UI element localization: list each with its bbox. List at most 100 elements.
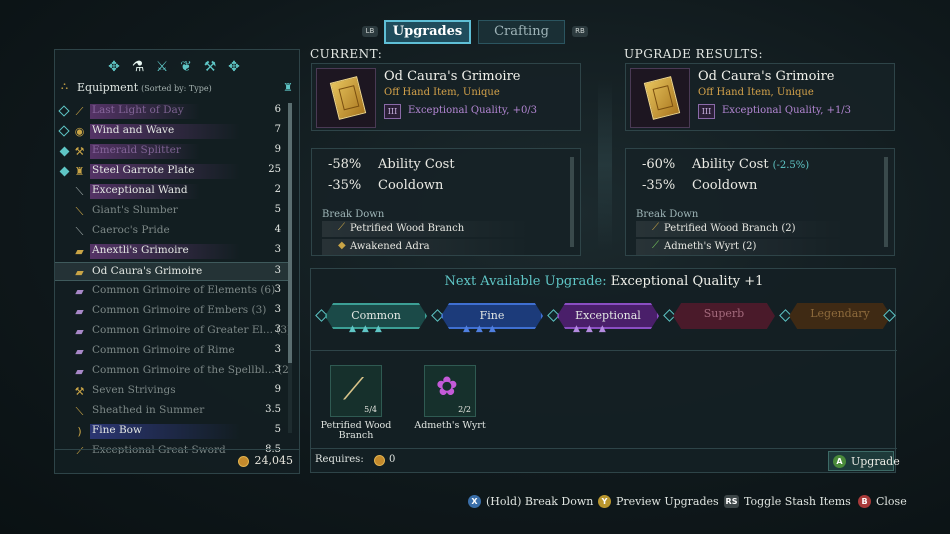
material-slot[interactable]: ✿ 2/2	[424, 365, 476, 417]
sword-icon: ⟋	[75, 105, 84, 118]
list-item[interactable]: ▰ Common Grimoire of the Spellbl... (2) …	[55, 362, 293, 381]
list-item[interactable]: ▰ Common Grimoire of Embers (3) 3	[55, 302, 291, 321]
wand-icon: ⟍	[75, 185, 84, 198]
wand-icon: ⟍	[75, 205, 84, 218]
list-item[interactable]: ⟍ Giant's Slumber 5	[55, 202, 291, 221]
anvil-icon[interactable]: ⚒	[201, 58, 219, 76]
equipment-scrollbar[interactable]	[288, 103, 292, 433]
weight-icon: ♜	[283, 81, 293, 94]
shard-icon[interactable]: ✥	[105, 58, 123, 76]
grimoire-icon: ▰	[75, 266, 84, 279]
breakdown-item: ⟋ Admeth's Wyrt (2)	[636, 239, 846, 255]
list-item[interactable]: ♜ Steel Garrote Plate 25	[55, 162, 291, 181]
branch-icon: ⟋	[338, 222, 345, 233]
equipment-title: Equipment (Sorted by: Type)	[77, 81, 212, 94]
breakdown-item: ⟋ Petrified Wood Branch	[322, 221, 532, 237]
requires-value: 0	[389, 454, 396, 465]
grimoire-icon: ▰	[75, 305, 84, 318]
fine-pips: ▲▲▲	[463, 324, 502, 334]
marker-icon	[59, 166, 70, 177]
grimoire-image	[316, 68, 376, 128]
current-quality: Exceptional Quality, +0/3	[408, 105, 538, 116]
grimoire-icon: ▰	[75, 365, 84, 378]
list-item-selected[interactable]: ▰ Od Caura's Grimoire 3	[55, 262, 291, 281]
marker-icon	[58, 125, 70, 137]
list-item[interactable]: ⚒ Seven Strivings 9	[55, 382, 291, 401]
tier-legendary: Legendary	[789, 303, 891, 329]
tab-crafting[interactable]: Crafting	[478, 20, 565, 44]
list-item[interactable]: ◉ Wind and Wave 7	[55, 122, 291, 141]
stats-scrollbar[interactable]	[884, 157, 888, 247]
chest-icon: ⛬	[61, 81, 68, 92]
grimoire-icon: ▰	[75, 285, 84, 298]
stat-ability-cost: -60% Ability Cost (-2.5%)	[642, 157, 810, 172]
list-item[interactable]: ▰ Anextli's Grimoire 3	[55, 242, 291, 261]
axe-icon: ⚒	[74, 385, 85, 398]
upgrade-panel: Next Available Upgrade: Exceptional Qual…	[310, 268, 900, 473]
marker-icon	[59, 146, 70, 157]
tab-upgrades[interactable]: Upgrades	[384, 20, 471, 44]
hint-close[interactable]: B Close	[858, 495, 907, 508]
breakdown-item: ⟋ Petrified Wood Branch (2)	[636, 221, 846, 237]
list-item[interactable]: ▰ Common Grimoire of Greater El... (3) 3	[55, 322, 291, 341]
list-item[interactable]: ⚒ Emerald Splitter 9	[55, 142, 291, 161]
equipment-list: ⟋ Last Light of Day 6 ◉ Wind and Wave 7 …	[55, 102, 293, 454]
requires-bar: Requires: 0 A Upgrade	[311, 448, 900, 472]
hint-break-down[interactable]: X (Hold) Break Down	[468, 495, 593, 508]
tier-superb: Superb	[673, 303, 775, 329]
upgrade-results-label: UPGRADE RESULTS:	[624, 47, 764, 61]
adra-icon: ◆	[338, 240, 346, 251]
gold-bar: 24,045	[55, 449, 299, 473]
category-filter-row: ✥ ⚗ ⚔ ❦ ⚒ ✥	[105, 58, 250, 78]
gold-coin-icon	[374, 455, 385, 466]
compare-divider	[598, 80, 612, 250]
hint-toggle-stash[interactable]: RS Toggle Stash Items	[724, 495, 851, 508]
list-item[interactable]: ⟍ Sheathed in Summer 3.5	[55, 402, 291, 421]
b-button-icon: B	[858, 495, 871, 508]
result-item-card: Od Caura's Grimoire Off Hand Item, Uniqu…	[625, 63, 895, 131]
lb-button-icon[interactable]: LB	[362, 26, 378, 37]
crossed-weapons-icon[interactable]: ⚔	[153, 58, 171, 76]
material-slot[interactable]: ⟋ 5/4	[330, 365, 382, 417]
exceptional-pips: ▲▲▲	[573, 324, 612, 334]
tab-bar: LB Upgrades Crafting RB	[360, 20, 590, 44]
tier-badge: III	[698, 104, 715, 119]
stat-cooldown: -35% Cooldown	[328, 178, 444, 193]
list-item[interactable]: ⟋ Last Light of Day 6	[55, 102, 291, 121]
list-item[interactable]: ⟍ Caeroc's Pride 4	[55, 222, 291, 241]
material-name: Admeth's Wyrt	[414, 420, 486, 431]
breakdown-label: Break Down	[636, 209, 699, 220]
shield-icon: ◉	[74, 125, 85, 138]
current-item-card: Od Caura's Grimoire Off Hand Item, Uniqu…	[311, 63, 581, 131]
upgrade-button[interactable]: A Upgrade	[828, 451, 900, 471]
herb-icon: ⟋	[652, 240, 659, 251]
grimoire-icon: ▰	[75, 245, 84, 258]
gold-coin-icon	[238, 456, 249, 467]
hint-preview-upgrades[interactable]: Y Preview Upgrades	[598, 495, 719, 508]
list-item[interactable]: ⟍ Exceptional Wand 2	[55, 182, 291, 201]
dagger-icon: ⟍	[75, 405, 84, 418]
branch-icon: ⟋	[652, 222, 659, 233]
branch-icon: ⟋	[343, 372, 364, 407]
a-button-icon: A	[833, 455, 846, 468]
gem-icon[interactable]: ✥	[225, 58, 243, 76]
stat-ability-cost: -58% Ability Cost	[328, 157, 455, 172]
list-item[interactable]: ▰ Common Grimoire of Rime 3	[55, 342, 291, 361]
requires-label: Requires:	[315, 454, 364, 465]
current-item-name: Od Caura's Grimoire	[384, 69, 521, 84]
equipment-panel: ✥ ⚗ ⚔ ❦ ⚒ ✥ ⛬ Equipment (Sorted by: Type)…	[54, 49, 300, 474]
stats-scrollbar[interactable]	[570, 157, 574, 247]
result-item-type: Off Hand Item, Unique	[698, 87, 814, 98]
y-button-icon: Y	[598, 495, 611, 508]
rb-button-icon[interactable]: RB	[572, 26, 588, 37]
list-item[interactable]: ▰ Common Grimoire of Elements (6) 3	[55, 282, 291, 301]
leaf-icon[interactable]: ❦	[177, 58, 195, 76]
scroll-thumb[interactable]	[288, 103, 292, 363]
flask-icon[interactable]: ⚗	[129, 58, 147, 76]
list-item[interactable]: ) Fine Bow 5	[55, 422, 291, 441]
breakdown-label: Break Down	[322, 209, 385, 220]
current-stats: -58% Ability Cost -35% Cooldown Break Down…	[311, 148, 581, 256]
x-button-icon: X	[468, 495, 481, 508]
breakdown-item: ◆ Awakened Adra	[322, 239, 532, 255]
current-item-type: Off Hand Item, Unique	[384, 87, 500, 98]
